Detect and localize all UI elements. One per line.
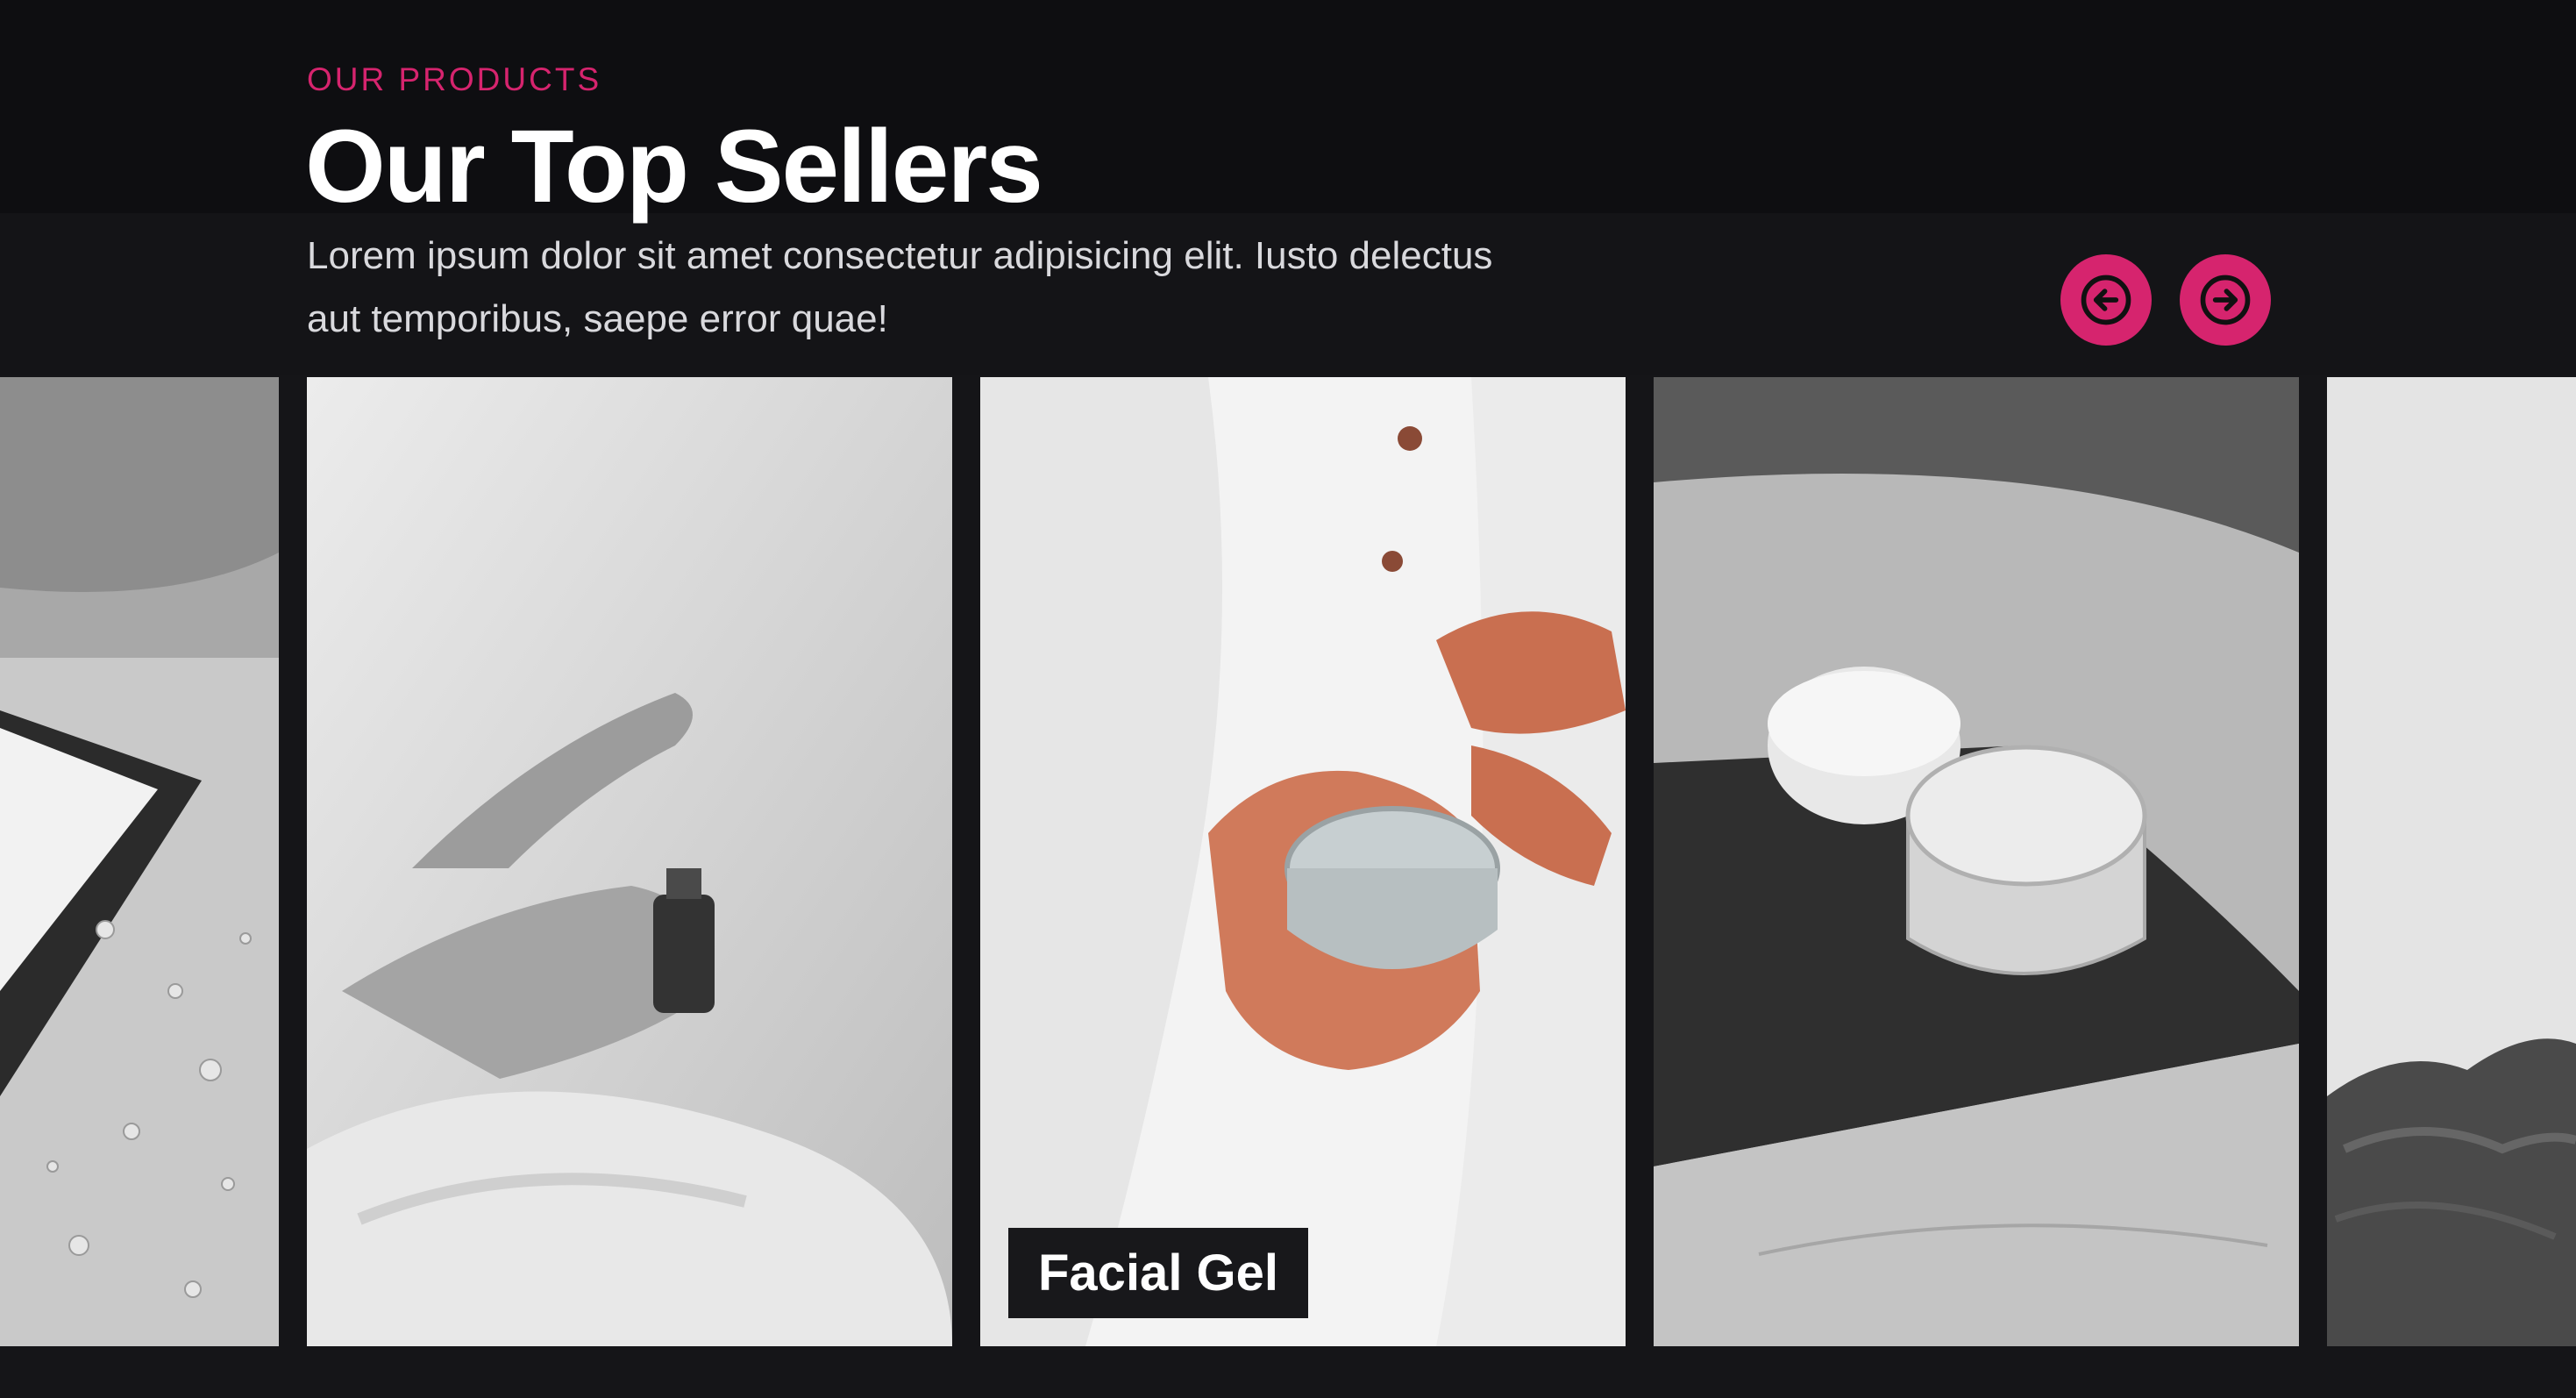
product-card[interactable]: [0, 377, 279, 1346]
section-title: Our Top Sellers: [305, 109, 1043, 225]
previous-slide-button[interactable]: [2060, 254, 2152, 346]
product-image: [307, 377, 952, 1346]
next-slide-button[interactable]: [2180, 254, 2271, 346]
arrow-left-circle-icon: [2081, 275, 2131, 325]
product-image: [0, 377, 279, 1346]
product-card[interactable]: Facial Gel: [980, 377, 1626, 1346]
arrow-right-circle-icon: [2200, 275, 2251, 325]
product-card[interactable]: [2327, 377, 2576, 1346]
product-image: [1654, 377, 2299, 1346]
product-image: [980, 377, 1626, 1346]
section-description: Lorem ipsum dolor sit amet consectetur a…: [307, 234, 1493, 340]
product-label: Facial Gel: [1008, 1228, 1309, 1318]
section-eyebrow: OUR PRODUCTS: [307, 61, 602, 97]
product-image: [2327, 377, 2576, 1346]
product-card[interactable]: [307, 377, 952, 1346]
product-card[interactable]: [1654, 377, 2299, 1346]
